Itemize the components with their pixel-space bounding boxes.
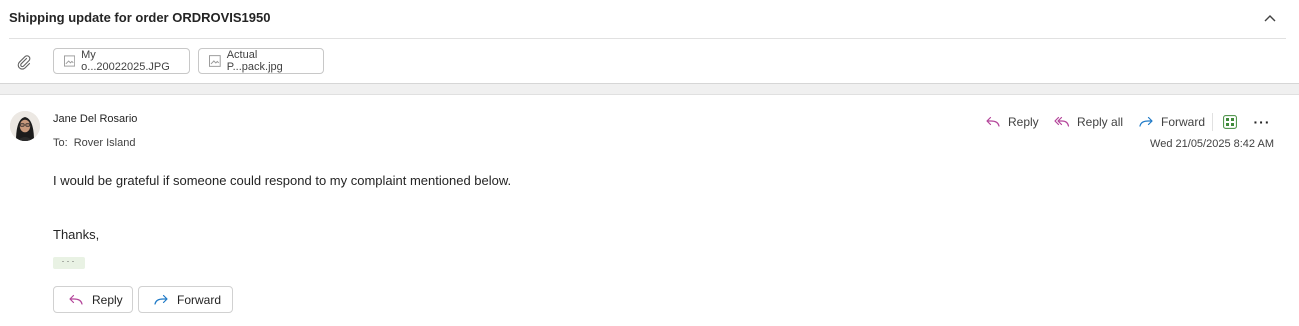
reply-all-action[interactable]: Reply all — [1054, 111, 1123, 133]
to-label: To: — [53, 137, 68, 149]
apps-icon — [1223, 115, 1237, 129]
message-body: I would be grateful if someone could res… — [53, 173, 512, 188]
attachment-item[interactable]: Actual P...pack.jpg — [198, 48, 324, 74]
image-file-icon — [209, 55, 221, 67]
recipient-name[interactable]: Rover Island — [74, 137, 136, 149]
apps-button[interactable] — [1222, 113, 1238, 131]
forward-action-label: Forward — [1161, 115, 1206, 129]
recipient-line: To: Rover Island — [53, 137, 135, 149]
attachment-name: Actual P...pack.jpg — [226, 49, 283, 73]
attachment-name: My o...20022025.JPG — [81, 49, 170, 73]
forward-icon — [154, 294, 168, 305]
paperclip-icon — [17, 55, 31, 70]
attachment-item[interactable]: My o...20022025.JPG — [53, 48, 190, 74]
sender-name[interactable]: Jane Del Rosario — [53, 113, 137, 125]
message-signoff: Thanks, — [53, 227, 100, 242]
chevron-up-icon — [1264, 15, 1276, 22]
reply-all-icon — [1054, 116, 1070, 127]
conversation-header: Shipping update for order ORDROVIS1950 M… — [0, 0, 1299, 84]
actions-divider — [1212, 113, 1213, 131]
reply-action-label: Reply — [1008, 115, 1039, 129]
email-subject: Shipping update for order ORDROVIS1950 — [9, 10, 271, 25]
message-card: Jane Del Rosario To: Rover Island Reply R… — [0, 94, 1299, 326]
image-file-icon — [64, 55, 76, 67]
reply-button[interactable]: Reply — [53, 286, 133, 313]
show-more-button[interactable]: ··· — [53, 256, 85, 269]
message-date: Wed 21/05/2025 8:42 AM — [1150, 138, 1274, 150]
reply-button-label: Reply — [92, 292, 123, 307]
forward-button[interactable]: Forward — [138, 286, 233, 313]
reply-all-action-label: Reply all — [1077, 115, 1124, 129]
reply-icon — [69, 294, 83, 305]
reply-icon — [986, 116, 1000, 127]
avatar[interactable] — [10, 111, 40, 141]
collapse-conversation-button[interactable] — [1258, 6, 1282, 30]
reply-action[interactable]: Reply — [985, 111, 1039, 133]
forward-icon — [1139, 116, 1153, 127]
sender-photo — [10, 111, 40, 141]
header-divider — [9, 38, 1286, 39]
forward-button-label: Forward — [177, 292, 222, 307]
more-actions-button[interactable]: ··· — [1247, 111, 1277, 133]
forward-action[interactable]: Forward — [1138, 111, 1205, 133]
